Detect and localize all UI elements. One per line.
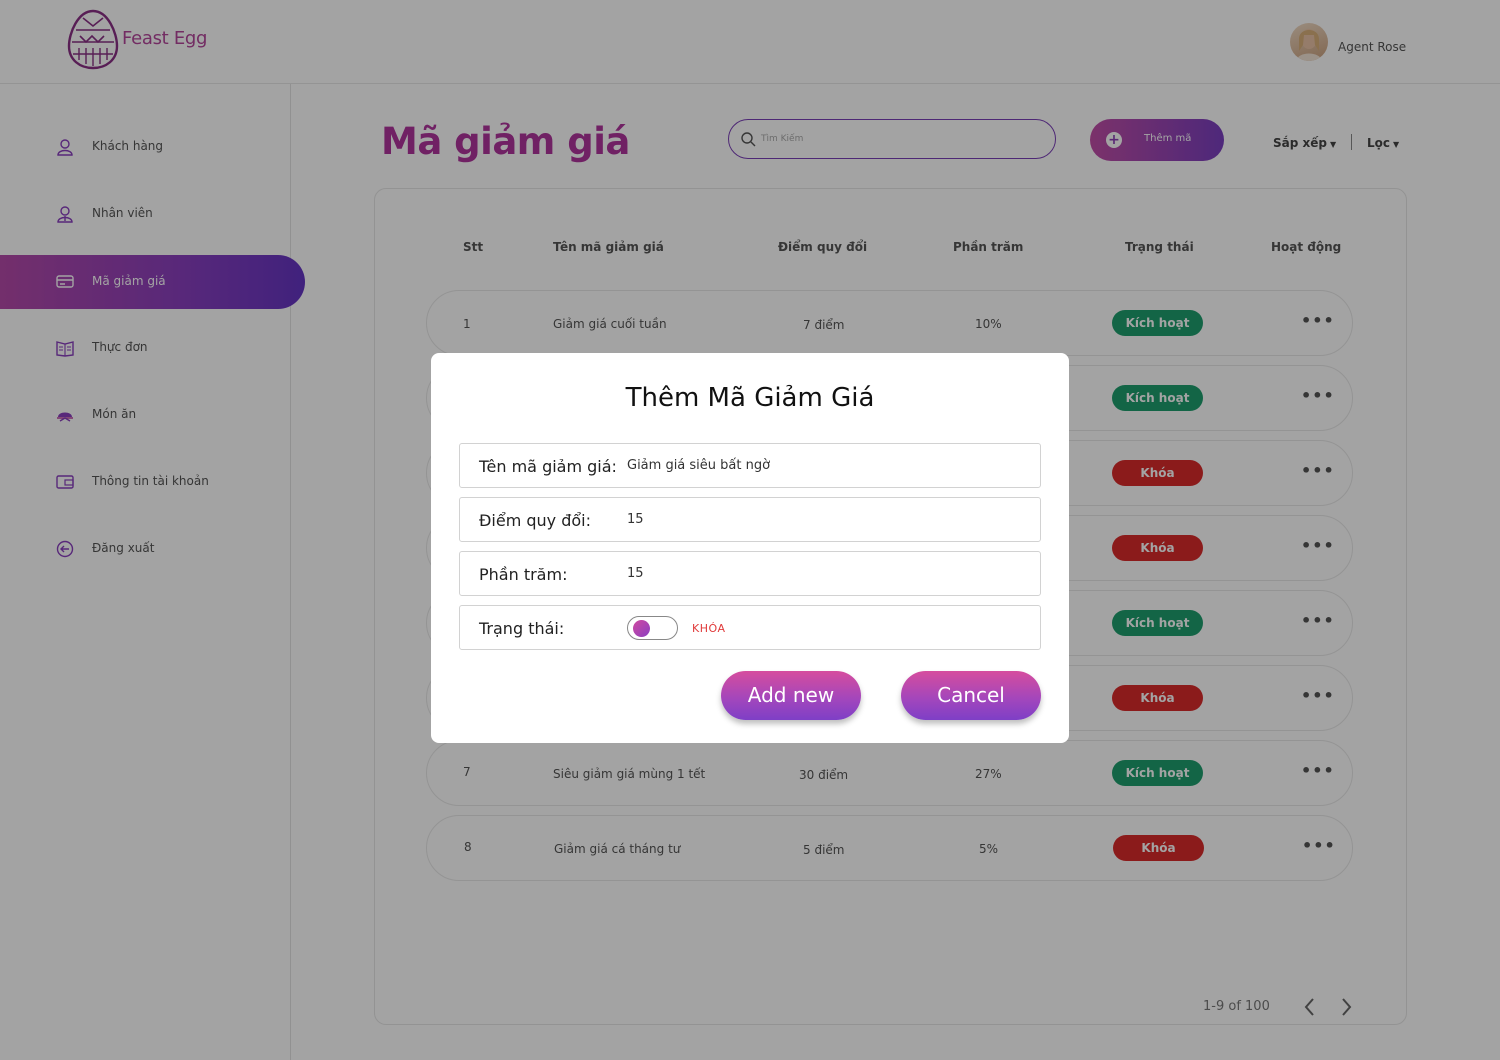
field-label: Tên mã giảm giá:: [479, 457, 617, 476]
discount-name-field[interactable]: Tên mã giảm giá: Giảm giá siêu bất ngờ: [459, 443, 1041, 488]
field-label: Điểm quy đổi:: [479, 511, 591, 530]
status-field: Trạng thái: KHÓA: [459, 605, 1041, 650]
status-toggle[interactable]: [627, 616, 678, 640]
discount-name-input[interactable]: Giảm giá siêu bất ngờ: [627, 458, 770, 473]
modal-title: Thêm Mã Giảm Giá: [625, 383, 875, 413]
cancel-button[interactable]: Cancel: [901, 671, 1041, 720]
field-label: Phần trăm:: [479, 565, 568, 584]
percent-field[interactable]: Phần trăm: 15: [459, 551, 1041, 596]
percent-input[interactable]: 15: [627, 566, 644, 581]
add-discount-modal: Thêm Mã Giảm Giá Tên mã giảm giá: Giảm g…: [431, 353, 1069, 743]
points-field[interactable]: Điểm quy đổi: 15: [459, 497, 1041, 542]
field-label: Trạng thái:: [479, 619, 565, 638]
add-new-button[interactable]: Add new: [721, 671, 861, 720]
toggle-knob: [633, 620, 650, 637]
points-input[interactable]: 15: [627, 512, 644, 527]
status-toggle-text: KHÓA: [692, 622, 726, 635]
